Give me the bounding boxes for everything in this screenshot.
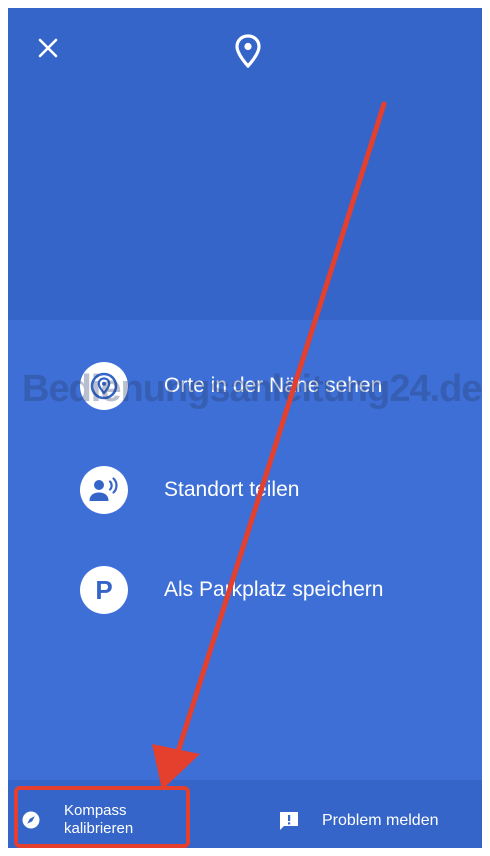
- save-parking-label: Als Parkplatz speichern: [164, 578, 384, 601]
- bottom-bar: Kompass kalibrieren Problem melden: [8, 780, 482, 848]
- calibrate-compass-button[interactable]: Kompass kalibrieren: [12, 792, 190, 848]
- location-sheet: Orte in der Nähe sehen Standort teilen P…: [8, 8, 482, 848]
- save-parking-action[interactable]: P Als Parkplatz speichern: [80, 566, 383, 614]
- report-problem-label: Problem melden: [322, 812, 439, 829]
- compass-icon: [22, 811, 40, 829]
- map-header-area: [8, 8, 482, 320]
- location-pin-icon: [235, 34, 261, 68]
- share-location-action[interactable]: Standort teilen: [80, 466, 299, 514]
- share-location-label: Standort teilen: [164, 478, 300, 501]
- nearby-places-label: Orte in der Nähe sehen: [164, 374, 383, 397]
- report-problem-icon: [280, 812, 298, 830]
- close-button[interactable]: [32, 32, 64, 64]
- report-problem-button[interactable]: Problem melden: [278, 804, 439, 838]
- nearby-places-icon: [80, 362, 128, 410]
- calibrate-compass-line2: kalibrieren: [64, 820, 134, 837]
- share-location-icon: [80, 466, 128, 514]
- calibrate-compass-line1: Kompass: [64, 802, 127, 819]
- nearby-places-action[interactable]: Orte in der Nähe sehen: [80, 362, 382, 410]
- calibrate-compass-label: Kompass kalibrieren: [64, 802, 133, 838]
- close-icon: [38, 38, 58, 58]
- parking-glyph: P: [95, 575, 113, 605]
- parking-icon: P: [80, 566, 128, 614]
